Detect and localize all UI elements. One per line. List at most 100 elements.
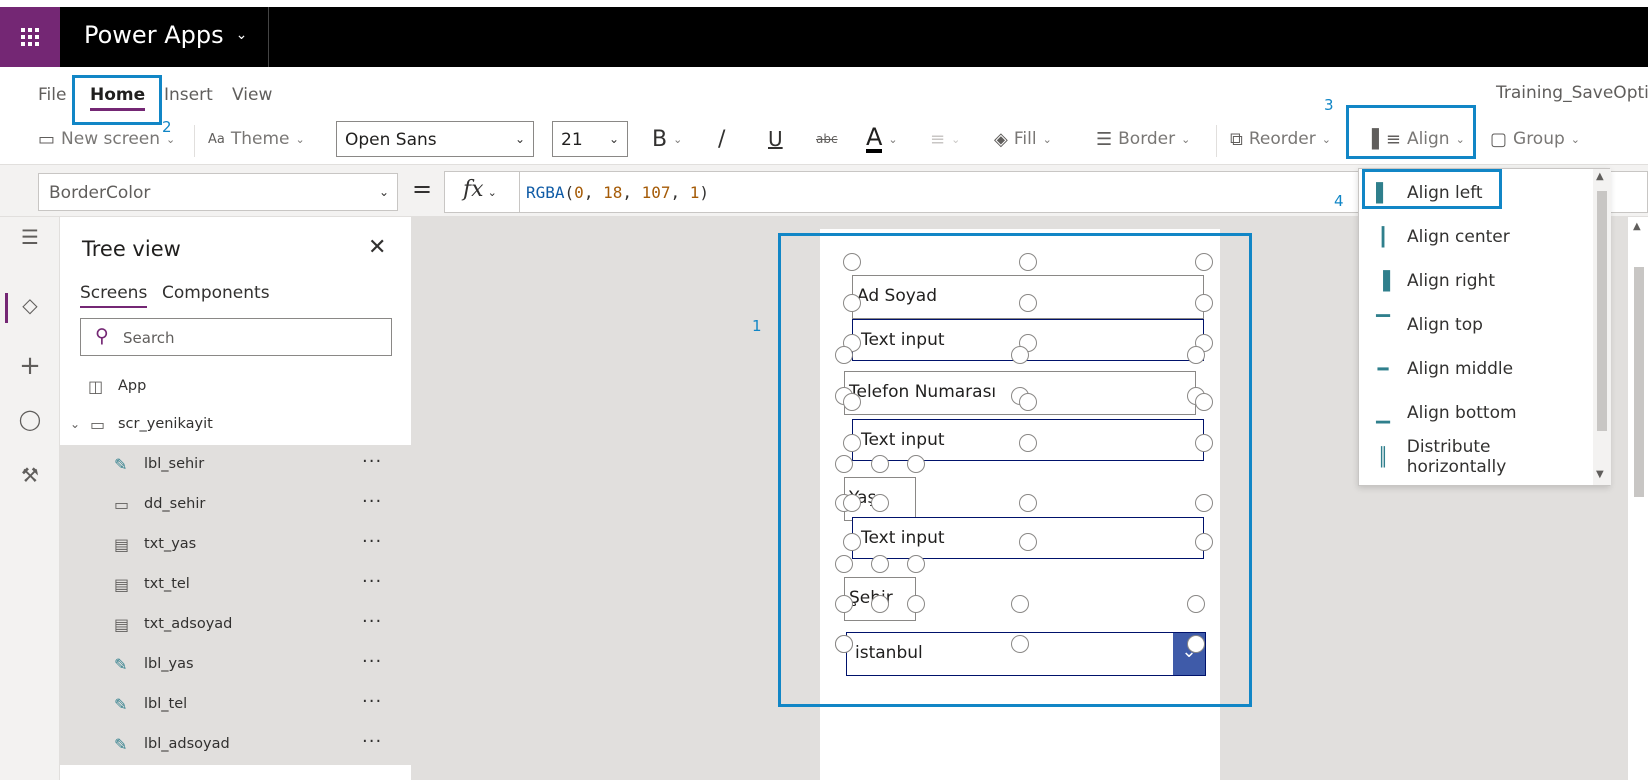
align-option-label: Align top	[1407, 315, 1483, 335]
formula-open-paren: (	[564, 183, 575, 202]
hamburger-menu-icon[interactable]: ☰	[0, 225, 60, 249]
formula-arg: 107	[641, 183, 671, 202]
underline-button[interactable]: U	[768, 123, 783, 155]
tab-screens[interactable]: Screens	[80, 283, 148, 308]
property-select[interactable]: BorderColor ⌄	[38, 173, 398, 211]
align-center-option[interactable]: ┃ Align center	[1369, 215, 1591, 259]
ribbon-separator	[1216, 125, 1217, 157]
tree-search-input[interactable]: ⚲ Search	[80, 318, 392, 356]
fx-button[interactable]: fx ⌄	[444, 171, 520, 213]
align-option-label: Align right	[1407, 271, 1495, 291]
formula-close-paren: )	[699, 183, 710, 202]
dropdown-icon: ▭	[114, 495, 130, 514]
font-family-select[interactable]: Open Sans ⌄	[336, 121, 534, 157]
layers-icon[interactable]: ◇	[0, 293, 60, 317]
app-title[interactable]: Power Apps ⌄	[84, 21, 247, 49]
bold-glyph: B	[652, 126, 668, 152]
tree-item-label: txt_yas	[144, 536, 197, 552]
menu-scrollbar[interactable]: ▲ ▼	[1593, 169, 1611, 485]
border-button[interactable]: ☰ Border ⌄	[1096, 123, 1190, 155]
font-color-button[interactable]: A ⌄	[866, 123, 898, 155]
tree-item-label: scr_yenikayit	[118, 416, 213, 432]
fill-icon: ◈	[994, 128, 1008, 150]
tree-item-app[interactable]: ◫ App	[60, 367, 412, 407]
theme-button[interactable]: Aa Theme ⌄	[208, 123, 305, 155]
scroll-up-icon[interactable]: ▲	[1633, 221, 1641, 232]
tree-item-screen[interactable]: ⌄ ▭ scr_yenikayit	[60, 405, 412, 445]
tree-item-control[interactable]: ▤ txt_yas ···	[60, 525, 412, 565]
formula-input[interactable]: RGBA(0, 18, 107, 1)	[520, 171, 1360, 213]
scroll-down-icon[interactable]: ▼	[1596, 469, 1604, 480]
tree-item-label: txt_adsoyad	[144, 616, 233, 632]
app-icon: ◫	[88, 377, 104, 396]
align-right-icon: ▐	[1376, 270, 1390, 292]
tree-item-label: lbl_yas	[144, 656, 194, 672]
tree-item-control[interactable]: ▤ txt_adsoyad ···	[60, 605, 412, 645]
home-tab-highlight	[72, 75, 162, 125]
plus-icon[interactable]: +	[0, 351, 60, 381]
more-options-button[interactable]: ···	[362, 691, 382, 712]
formula-arg: 18	[603, 183, 623, 202]
reorder-label: Reorder	[1248, 129, 1316, 149]
fill-button[interactable]: ◈ Fill ⌄	[994, 123, 1052, 155]
database-icon[interactable]: ◯	[0, 407, 60, 431]
align-top-option[interactable]: ▔ Align top	[1369, 303, 1591, 347]
group-button[interactable]: ▢ Group ⌄	[1490, 123, 1580, 155]
chevron-down-icon: ⌄	[888, 132, 898, 146]
font-size-select[interactable]: 21 ⌄	[552, 121, 628, 157]
more-options-button[interactable]: ···	[362, 491, 382, 512]
text-align-button[interactable]: ≡ ⌄	[930, 123, 960, 155]
menu-view[interactable]: View	[232, 85, 272, 105]
more-options-button[interactable]: ···	[362, 451, 382, 472]
close-icon[interactable]: ✕	[368, 235, 386, 260]
more-options-button[interactable]: ···	[362, 611, 382, 632]
menu-file[interactable]: File	[38, 85, 66, 105]
chevron-down-icon: ⌄	[487, 186, 497, 199]
app-launcher-button[interactable]	[0, 7, 60, 67]
group-icon: ▢	[1490, 128, 1508, 150]
more-options-button[interactable]: ···	[362, 571, 382, 592]
reorder-button[interactable]: ⧉ Reorder ⌄	[1230, 123, 1331, 155]
tree-item-label: lbl_tel	[144, 696, 188, 712]
menu-insert[interactable]: Insert	[164, 85, 213, 105]
fill-label: Fill	[1013, 129, 1037, 149]
align-button-highlight	[1346, 105, 1476, 159]
tree-item-control[interactable]: ▤ txt_tel ···	[60, 565, 412, 605]
chevron-down-icon: ⌄	[1321, 132, 1331, 146]
chevron-down-icon: ⌄	[1570, 132, 1580, 146]
tree-item-control[interactable]: ✎ lbl_sehir ···	[60, 445, 412, 485]
align-bottom-icon: ▁	[1376, 402, 1390, 424]
italic-button[interactable]: /	[718, 123, 725, 155]
tools-icon[interactable]: ⚒	[0, 463, 60, 487]
scroll-up-icon[interactable]: ▲	[1596, 171, 1604, 182]
tab-components[interactable]: Components	[162, 283, 270, 303]
distribute-horizontally-option[interactable]: ║ Distribute horizontally	[1369, 435, 1593, 479]
align-bottom-option[interactable]: ▁ Align bottom	[1369, 391, 1591, 435]
align-option-label: Align center	[1407, 227, 1510, 247]
new-screen-button[interactable]: ▭ New screen ⌄	[38, 123, 175, 155]
new-screen-label: New screen	[61, 129, 161, 149]
tree-item-control[interactable]: ▭ dd_sehir ···	[60, 485, 412, 525]
tree-item-control[interactable]: ✎ lbl_adsoyad ···	[60, 725, 412, 765]
more-options-button[interactable]: ···	[362, 651, 382, 672]
document-name[interactable]: Training_SaveOption	[1496, 83, 1648, 103]
align-left-highlight	[1362, 169, 1502, 209]
distribute-horizontally-icon: ║	[1377, 446, 1389, 468]
theme-icon: Aa	[208, 131, 225, 147]
tree-item-control[interactable]: ✎ lbl_tel ···	[60, 685, 412, 725]
align-option-label: Distribute horizontally	[1406, 437, 1507, 477]
tree-view-title: Tree view	[82, 237, 181, 261]
canvas-scrollbar[interactable]: ▲	[1628, 217, 1648, 780]
strikethrough-button[interactable]: abc	[816, 123, 838, 155]
text-align-icon: ≡	[930, 128, 946, 150]
more-options-button[interactable]: ···	[362, 531, 382, 552]
scrollbar-thumb[interactable]	[1597, 191, 1607, 431]
align-option-label: Align bottom	[1407, 403, 1517, 423]
align-center-icon: ┃	[1377, 226, 1389, 248]
scrollbar-thumb[interactable]	[1634, 267, 1644, 497]
bold-button[interactable]: B ⌄	[652, 123, 682, 155]
align-right-option[interactable]: ▐ Align right	[1369, 259, 1591, 303]
align-middle-option[interactable]: ━ Align middle	[1369, 347, 1591, 391]
tree-item-control[interactable]: ✎ lbl_yas ···	[60, 645, 412, 685]
more-options-button[interactable]: ···	[362, 731, 382, 752]
